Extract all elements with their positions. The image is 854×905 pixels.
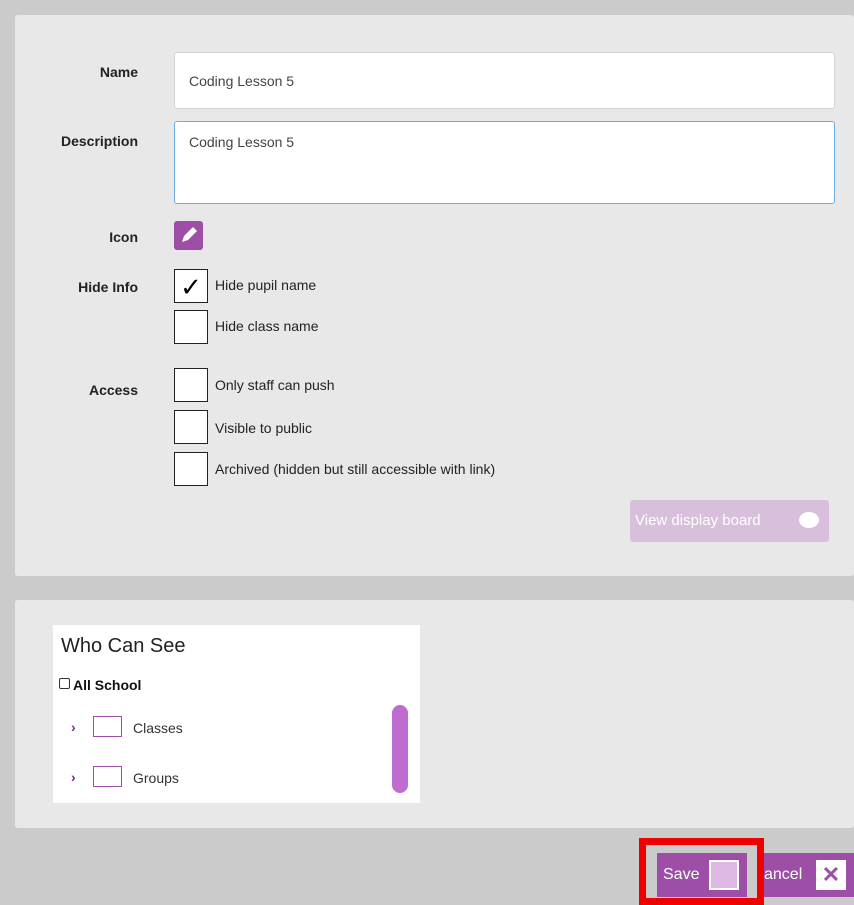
archived-checkbox[interactable] [174, 452, 208, 486]
view-display-board-label: View display board [635, 512, 761, 529]
archived-label: Archived (hidden but still accessible wi… [215, 461, 496, 477]
only-staff-label: Only staff can push [215, 377, 335, 393]
groups-folder-icon [93, 766, 122, 787]
all-school-checkbox[interactable] [59, 678, 70, 689]
visible-public-label: Visible to public [215, 420, 313, 436]
name-input[interactable] [174, 52, 835, 109]
scrollbar-thumb[interactable] [392, 705, 408, 793]
cancel-label: ancel [764, 866, 803, 883]
groups-chevron-icon[interactable]: › [71, 769, 76, 785]
who-can-see-box: Who Can See All School › Classes › Group… [53, 625, 420, 803]
all-school-label: All School [73, 677, 142, 693]
description-label: Description [60, 133, 138, 149]
highlight-box [639, 838, 764, 905]
access-label: Access [88, 382, 138, 398]
hide-class-checkbox[interactable] [174, 310, 208, 344]
description-textarea[interactable]: Coding Lesson 5 [174, 121, 835, 204]
name-label: Name [99, 64, 138, 80]
pencil-icon [182, 227, 197, 242]
who-can-see-title: Who Can See [61, 635, 186, 657]
description-text: Coding Lesson 5 [189, 134, 295, 150]
eye-icon [799, 512, 819, 528]
visible-public-checkbox[interactable] [174, 410, 208, 444]
classes-chevron-icon[interactable]: › [71, 719, 76, 735]
view-display-board-button[interactable]: View display board [630, 500, 829, 542]
hide-pupil-checkbox[interactable]: ✓ [174, 269, 208, 303]
hide-info-label: Hide Info [78, 279, 138, 295]
hide-class-label: Hide class name [215, 318, 319, 334]
checkmark-icon: ✓ [180, 272, 202, 302]
edit-icon-button[interactable] [174, 221, 203, 250]
close-icon: ✕ [816, 860, 846, 890]
hide-pupil-label: Hide pupil name [215, 277, 317, 293]
icon-label: Icon [109, 229, 138, 245]
groups-label[interactable]: Groups [133, 770, 179, 786]
classes-label[interactable]: Classes [133, 720, 183, 736]
cancel-button[interactable]: ancel ✕ [764, 853, 854, 897]
only-staff-checkbox[interactable] [174, 368, 208, 402]
classes-folder-icon [93, 716, 122, 737]
